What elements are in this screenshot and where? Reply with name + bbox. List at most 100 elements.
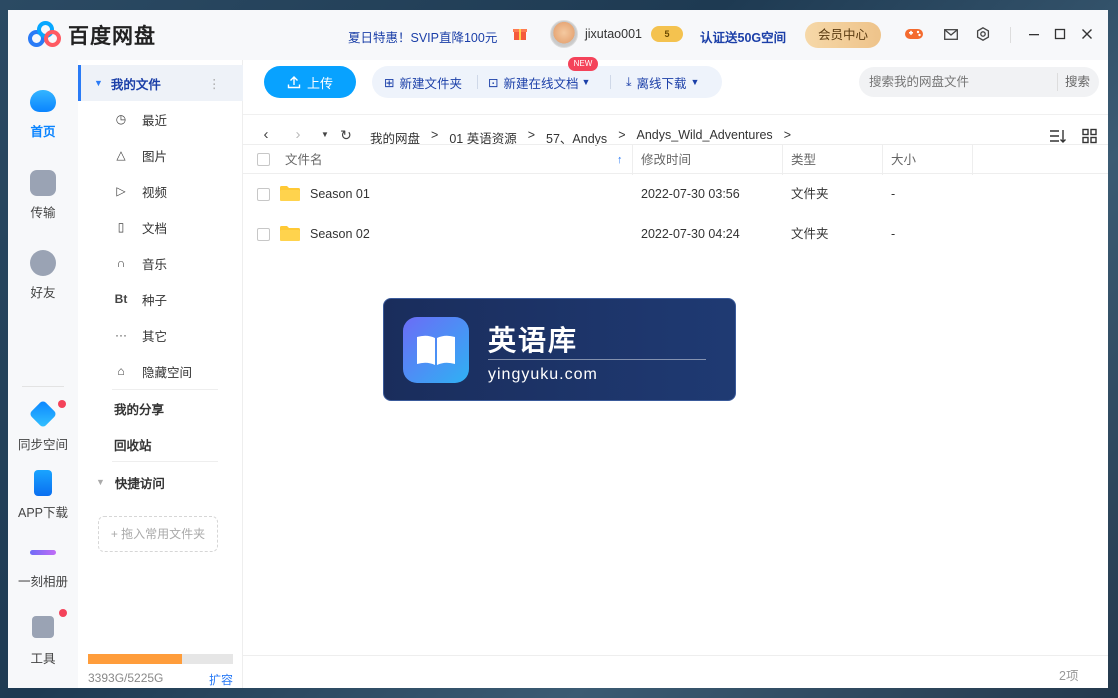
friends-icon: [30, 250, 56, 276]
rail-app[interactable]: APP下载: [8, 470, 78, 521]
search-button[interactable]: 搜索: [1057, 73, 1097, 91]
file-name[interactable]: Season 02: [310, 214, 370, 254]
rail-album[interactable]: 一刻相册: [8, 540, 78, 590]
select-all-checkbox[interactable]: [257, 153, 270, 166]
header-name[interactable]: 文件名: [285, 145, 323, 175]
sidebar-item-torrent[interactable]: Bt 种子: [78, 281, 243, 317]
search-input[interactable]: [869, 73, 1049, 91]
sort-icon[interactable]: [1049, 128, 1067, 144]
album-icon: [30, 550, 56, 555]
watermark-url: yingyuku.com: [488, 366, 598, 383]
minimize-icon[interactable]: [1024, 24, 1044, 44]
cloud-icon: [30, 90, 56, 112]
image-icon: △: [116, 148, 126, 162]
avatar[interactable]: [550, 20, 578, 48]
rail-home[interactable]: 首页: [8, 90, 78, 140]
gear-icon[interactable]: [973, 24, 993, 44]
toolbar-divider: [477, 75, 478, 89]
watermark-banner: 英语库 yingyuku.com: [383, 298, 736, 401]
left-rail: 首页 传输 好友 同步空间 APP下载 一刻相册 工具: [8, 60, 78, 688]
sidebar-my-share-label: 我的分享: [114, 402, 165, 417]
file-mtime: 2022-07-30 03:56: [641, 187, 740, 201]
transfer-icon: [30, 170, 56, 196]
rail-sync[interactable]: 同步空间: [8, 399, 78, 453]
username[interactable]: jixutao001: [585, 27, 642, 41]
gift-icon[interactable]: [512, 25, 528, 41]
rail-tools[interactable]: 工具: [8, 616, 78, 667]
doc-plus-icon: ⊡: [488, 75, 499, 90]
rail-transfer[interactable]: 传输: [8, 170, 78, 221]
caret-down-icon: ▼: [581, 77, 591, 87]
rail-sync-label: 同步空间: [17, 438, 68, 452]
refresh-icon[interactable]: ↻: [337, 126, 355, 144]
mail-icon[interactable]: [941, 24, 961, 44]
table-row[interactable]: Season 01 2022-07-30 03:56 文件夹 -: [243, 174, 1108, 214]
title-bar: 百度网盘 夏日特惠！SVIP直降100元 jixutao001 5 认证送50G…: [8, 10, 1108, 60]
more-vertical-icon[interactable]: ⋮: [208, 76, 221, 91]
new-folder-label: 新建文件夹: [399, 76, 462, 91]
back-icon[interactable]: ‹: [257, 126, 275, 144]
sidebar-item-other[interactable]: ··· 其它: [78, 317, 243, 353]
sidebar-item-docs[interactable]: ▯ 文档: [78, 209, 243, 245]
history-dropdown-icon[interactable]: ▼: [316, 126, 334, 144]
headphones-icon: ∩: [116, 256, 126, 270]
header-mtime[interactable]: 修改时间: [641, 145, 691, 175]
new-folder-button[interactable]: ⊞ 新建文件夹: [384, 66, 462, 98]
sort-asc-icon[interactable]: ↑: [617, 145, 623, 175]
header-type[interactable]: 类型: [791, 145, 816, 175]
sidebar-item-music[interactable]: ∩ 音乐: [78, 245, 243, 281]
item-count: 2项: [1059, 669, 1079, 683]
drag-folder-drop-zone[interactable]: + 拖入常用文件夹: [98, 516, 218, 552]
document-icon: ▯: [117, 220, 125, 234]
sidebar-item-label: 隐藏空间: [142, 365, 193, 380]
file-name[interactable]: Season 01: [310, 174, 370, 214]
row-checkbox[interactable]: [257, 188, 270, 201]
sync-icon: [28, 399, 58, 429]
sidebar-item-images[interactable]: △ 图片: [78, 137, 243, 173]
folder-icon: [280, 226, 300, 241]
cloud-logo-icon: [28, 21, 62, 49]
quota-bar: [88, 654, 233, 664]
sidebar-item-video[interactable]: ▷ 视频: [78, 173, 243, 209]
sidebar-item-recent[interactable]: ◷ 最近: [78, 101, 243, 137]
verify-link[interactable]: 认证送50G空间: [700, 27, 786, 46]
forward-icon[interactable]: ›: [289, 126, 307, 144]
rail-tools-label: 工具: [30, 652, 56, 666]
table-row[interactable]: Season 02 2022-07-30 04:24 文件夹 -: [243, 214, 1108, 254]
column-divider: [972, 145, 973, 175]
search-box: 搜索: [859, 67, 1099, 97]
maximize-icon[interactable]: [1050, 24, 1070, 44]
watermark-divider: [488, 359, 706, 360]
watermark-title: 英语库: [488, 324, 579, 357]
folder-icon: [280, 186, 300, 201]
titlebar-divider: [1010, 27, 1011, 43]
sidebar-item-hidden[interactable]: ⌂ 隐藏空间: [78, 353, 243, 389]
offline-download-button[interactable]: ⤓ 离线下载 ▼: [626, 66, 699, 98]
expand-storage-link[interactable]: 扩容: [209, 671, 233, 688]
sidebar-divider: [112, 461, 218, 462]
header-size[interactable]: 大小: [891, 145, 916, 175]
game-icon[interactable]: [904, 24, 924, 44]
rail-transfer-label: 传输: [30, 206, 56, 220]
row-checkbox[interactable]: [257, 228, 270, 241]
upload-button[interactable]: 上传: [264, 66, 356, 98]
new-badge: NEW: [568, 57, 598, 71]
rail-friends[interactable]: 好友: [8, 250, 78, 301]
sidebar-my-files[interactable]: ▼ 我的文件 ⋮: [78, 65, 243, 101]
tools-notification-dot: [59, 609, 67, 617]
sidebar: ▼ 我的文件 ⋮ ◷ 最近 △ 图片 ▷ 视频 ▯ 文档 ∩ 音乐 Bt 种子: [78, 60, 243, 688]
close-icon[interactable]: [1077, 24, 1097, 44]
member-center-button[interactable]: 会员中心: [805, 22, 881, 48]
promo-link[interactable]: 夏日特惠！SVIP直降100元: [348, 27, 497, 46]
grid-view-icon[interactable]: [1081, 128, 1099, 144]
toolbar-divider: [610, 75, 611, 89]
upload-label: 上传: [306, 75, 333, 91]
upload-icon: [287, 76, 301, 89]
sidebar-recycle[interactable]: 回收站: [78, 426, 243, 462]
caret-down-icon: ▼: [690, 77, 700, 87]
sidebar-item-label: 音乐: [142, 257, 168, 272]
sidebar-quick-access[interactable]: ▼ 快捷访问: [78, 464, 243, 500]
sidebar-my-share[interactable]: 我的分享: [78, 390, 243, 426]
caret-down-icon: ▼: [96, 477, 105, 487]
sidebar-item-label: 视频: [142, 185, 168, 200]
